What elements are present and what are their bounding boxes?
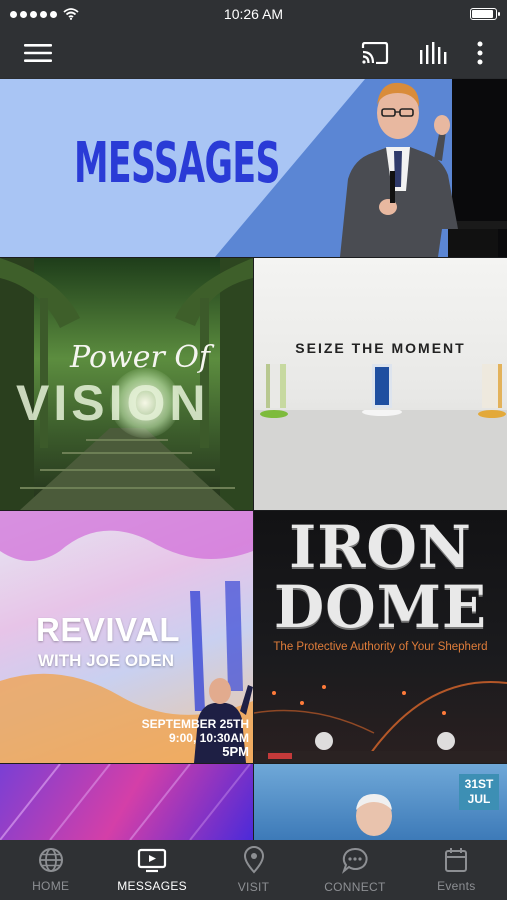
nav-messages[interactable]: MESSAGES bbox=[101, 840, 202, 900]
tile-subtitle: The Protective Authority of Your Shepher… bbox=[273, 641, 488, 653]
speaker-image bbox=[356, 794, 392, 836]
night-sky-scene bbox=[254, 681, 507, 763]
chat-bubble-icon bbox=[341, 847, 368, 874]
event-time-big: 5PM bbox=[222, 744, 249, 759]
door-left bbox=[266, 364, 286, 408]
tile-title-line2: VISION bbox=[16, 375, 210, 431]
nav-label: HOME bbox=[32, 879, 70, 893]
nav-connect[interactable]: CONNECT bbox=[304, 840, 405, 900]
tile-title: IRON DOME bbox=[254, 517, 507, 637]
speaker-image bbox=[340, 82, 507, 257]
wifi-icon bbox=[63, 8, 79, 20]
messages-grid: MESSAGES Power Of VISION SEIZE THE MOMEN… bbox=[0, 79, 507, 840]
app-bar-actions bbox=[361, 41, 483, 65]
app-bar bbox=[0, 28, 507, 78]
status-bar: 10:26 AM bbox=[0, 0, 507, 28]
more-vertical-icon[interactable] bbox=[477, 41, 483, 65]
event-times-line: 9:00, 10:30AM bbox=[168, 731, 249, 745]
tile-title-line1: Power Of bbox=[70, 340, 211, 375]
tile-title-line1: IRON bbox=[289, 513, 472, 581]
message-tile-power-of-vision[interactable]: Power Of VISION bbox=[0, 258, 253, 510]
hero-title: MESSAGES bbox=[74, 131, 280, 196]
tile-subtitle: WITH JOE ODEN bbox=[38, 651, 175, 670]
date-badge-month: JUL bbox=[467, 792, 491, 806]
calendar-icon bbox=[445, 848, 468, 872]
date-badge: 31ST JUL bbox=[459, 774, 499, 810]
door-center bbox=[372, 364, 392, 408]
nav-label: MESSAGES bbox=[117, 879, 187, 893]
message-tile-iron-dome[interactable]: IRON DOME The Protective Authority of Yo… bbox=[254, 511, 507, 763]
message-tile-gradient[interactable] bbox=[0, 764, 253, 840]
tv-play-icon bbox=[138, 848, 167, 873]
hamburger-menu-icon[interactable] bbox=[24, 43, 52, 63]
nav-label: CONNECT bbox=[324, 880, 386, 894]
nav-home[interactable]: HOME bbox=[0, 840, 101, 900]
gradient-stripes bbox=[0, 764, 251, 840]
nav-label: VISIT bbox=[237, 880, 270, 894]
location-pin-icon bbox=[243, 846, 264, 874]
message-tile-seize-the-moment[interactable]: SEIZE THE MOMENT bbox=[254, 258, 507, 510]
globe-icon bbox=[38, 848, 63, 872]
status-left bbox=[10, 8, 79, 20]
tile-title: SEIZE THE MOMENT bbox=[295, 340, 466, 356]
cast-icon[interactable] bbox=[361, 42, 389, 64]
date-badge-day: 31ST bbox=[464, 777, 494, 791]
tile-title-line2: DOME bbox=[273, 573, 488, 641]
nav-events[interactable]: Events bbox=[406, 840, 507, 900]
signal-strength-icon bbox=[10, 10, 57, 18]
audio-bars-icon[interactable] bbox=[419, 42, 447, 64]
bottom-nav: HOME MESSAGES VISIT CONNECT Events bbox=[0, 840, 507, 900]
message-tile-revival[interactable]: REVIVAL WITH JOE ODEN SEPTEMBER 25TH 9:0… bbox=[0, 511, 253, 763]
battery-level bbox=[472, 10, 493, 18]
messages-hero-banner[interactable]: MESSAGES bbox=[0, 79, 507, 257]
tile-title: REVIVAL bbox=[36, 611, 181, 648]
floor-texture bbox=[254, 410, 507, 510]
message-tile-31st-jul[interactable]: 31ST JUL bbox=[254, 764, 507, 840]
nav-visit[interactable]: VISIT bbox=[203, 840, 304, 900]
battery-icon bbox=[470, 8, 500, 20]
event-date: SEPTEMBER 25TH 9:00, 10:30AM bbox=[142, 717, 249, 745]
door-right bbox=[482, 364, 502, 408]
nav-label: Events bbox=[437, 879, 476, 893]
event-date-line: SEPTEMBER 25TH bbox=[141, 717, 249, 731]
